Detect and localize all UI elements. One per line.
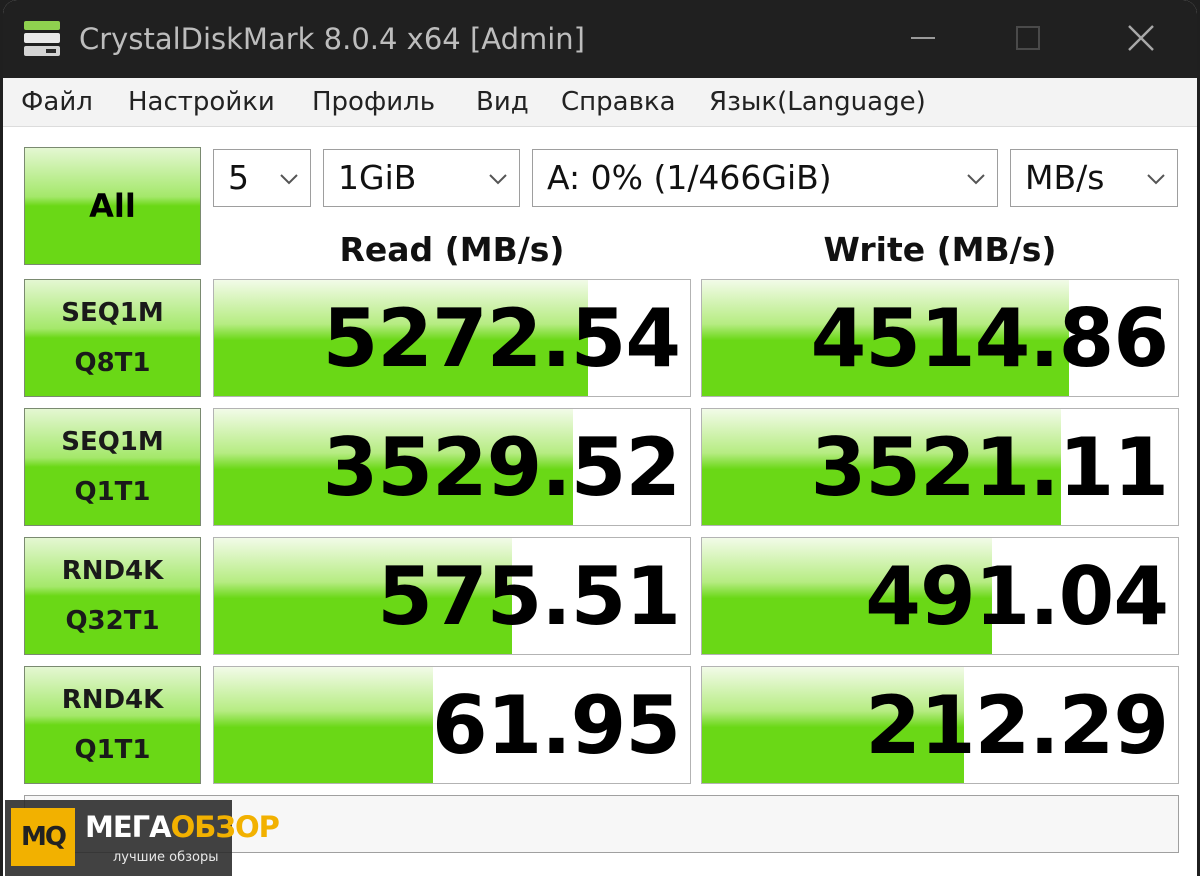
menu-help[interactable]: Справка [561, 84, 676, 120]
unit-select[interactable]: MB/s [1010, 149, 1178, 207]
test-name: SEQ1M [61, 298, 164, 328]
drive-select[interactable]: A: 0% (1/466GiB) [532, 149, 998, 207]
test-name: RND4K [61, 556, 164, 586]
chevron-down-icon [967, 174, 985, 185]
read-score: 3529.52 [322, 420, 681, 514]
benchmark-panel: All 5 1GiB A: 0% (1/466GiB) MB/s Read (M… [3, 126, 1197, 876]
menu-language[interactable]: Язык(Language) [709, 84, 926, 120]
watermark-logo: MQ МЕГАОБЗОР лучшие обзоры [5, 800, 280, 876]
drive-value: A: 0% (1/466GiB) [547, 158, 832, 197]
watermark-tagline: лучшие обзоры [113, 850, 219, 865]
read-result-cell: 575.51 [213, 537, 691, 655]
read-header: Read (MB/s) [339, 229, 565, 269]
test-button-rnd4k-q32t1[interactable]: RND4K Q32T1 [24, 537, 201, 655]
write-header: Write (MB/s) [823, 229, 1057, 269]
unit-value: MB/s [1025, 158, 1105, 197]
test-button-rnd4k-q1t1[interactable]: RND4K Q1T1 [24, 666, 201, 784]
test-size-value: 1GiB [338, 158, 417, 197]
menu-view[interactable]: Вид [476, 84, 529, 120]
menu-profile[interactable]: Профиль [312, 84, 435, 120]
close-button[interactable] [1101, 10, 1181, 66]
test-count-select[interactable]: 5 [213, 149, 311, 207]
chevron-down-icon [280, 174, 298, 185]
write-result-cell: 4514.86 [701, 279, 1179, 397]
write-result-cell: 212.29 [701, 666, 1179, 784]
menu-settings[interactable]: Настройки [128, 84, 275, 120]
test-name: SEQ1M [61, 427, 164, 457]
read-result-cell: 61.95 [213, 666, 691, 784]
test-params: Q1T1 [74, 477, 151, 507]
minimize-button[interactable] [883, 10, 963, 66]
watermark-mark: MQ [11, 808, 75, 866]
test-count-value: 5 [228, 158, 249, 197]
write-score: 3521.11 [810, 420, 1169, 514]
write-score: 491.04 [865, 549, 1169, 643]
read-score: 61.95 [431, 678, 681, 772]
watermark-word-accent: ОБЗОР [170, 810, 280, 844]
test-params: Q1T1 [74, 735, 151, 765]
window-title: CrystalDiskMark 8.0.4 x64 [Admin] [79, 22, 585, 56]
test-params: Q32T1 [65, 606, 160, 636]
title-bar[interactable]: CrystalDiskMark 8.0.4 x64 [Admin] [3, 0, 1197, 78]
read-result-cell: 5272.54 [213, 279, 691, 397]
maximize-icon [1016, 26, 1040, 50]
run-all-button[interactable]: All [24, 147, 201, 265]
disk-icon [24, 21, 60, 56]
read-score-bar [214, 667, 433, 783]
app-window: CrystalDiskMark 8.0.4 x64 [Admin] Файл Н… [3, 0, 1197, 876]
chevron-down-icon [1147, 174, 1165, 185]
maximize-button[interactable] [988, 10, 1068, 66]
read-result-cell: 3529.52 [213, 408, 691, 526]
watermark-word: МЕГАОБЗОР [85, 810, 280, 844]
read-score: 5272.54 [322, 291, 681, 385]
test-button-seq1m-q1t1[interactable]: SEQ1M Q1T1 [24, 408, 201, 526]
watermark-word-main: МЕГА [85, 810, 172, 844]
test-size-select[interactable]: 1GiB [323, 149, 520, 207]
close-icon [1128, 25, 1154, 51]
chevron-down-icon [489, 174, 507, 185]
test-name: RND4K [61, 685, 164, 715]
read-score: 575.51 [377, 549, 681, 643]
write-result-cell: 3521.11 [701, 408, 1179, 526]
test-button-seq1m-q8t1[interactable]: SEQ1M Q8T1 [24, 279, 201, 397]
menu-bar: Файл Настройки Профиль Вид Справка Язык(… [3, 78, 1197, 126]
test-params: Q8T1 [74, 348, 151, 378]
write-score: 212.29 [865, 678, 1169, 772]
menu-file[interactable]: Файл [21, 84, 93, 120]
write-score: 4514.86 [810, 291, 1169, 385]
write-result-cell: 491.04 [701, 537, 1179, 655]
minimize-icon [911, 37, 935, 39]
